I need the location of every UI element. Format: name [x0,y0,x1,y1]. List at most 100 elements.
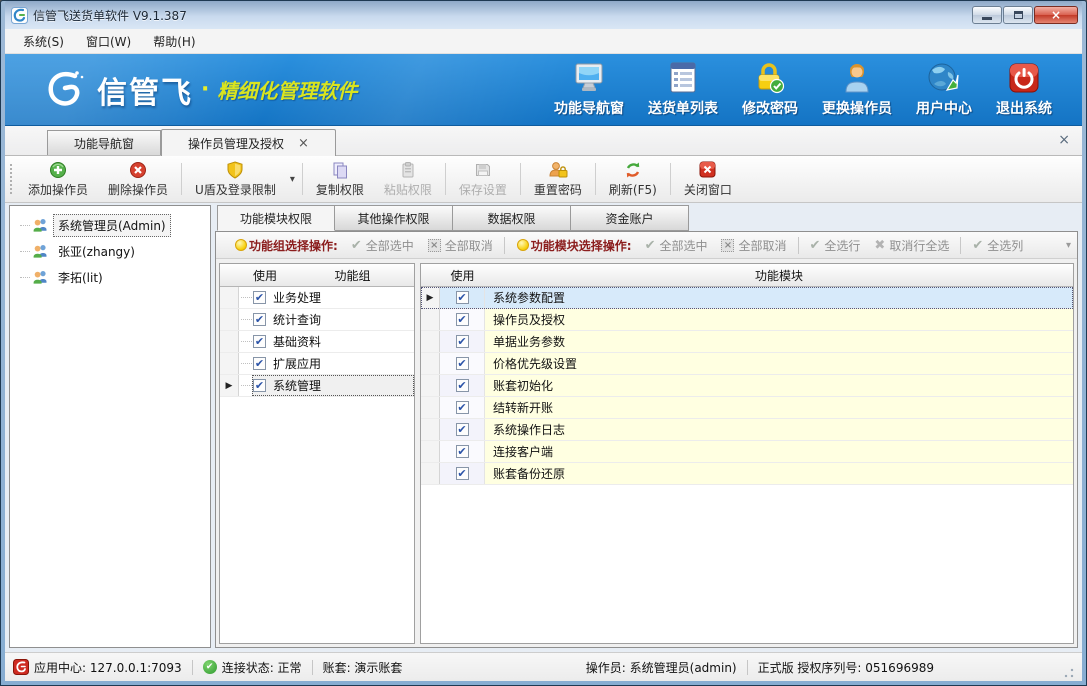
add-operator-button[interactable]: 添加操作员 [18,158,98,200]
status-separator [192,660,193,675]
group-col-use[interactable]: 使用 [239,264,291,286]
tab-nav-window[interactable]: 功能导航窗 [47,130,161,155]
group-grid-row[interactable]: ✔ 业务处理 [220,287,414,309]
operator-tree-item[interactable]: 张亚(zhangy) [10,238,210,264]
module-grid-row[interactable]: ✔ 价格优先级设置 [421,353,1073,375]
check-icon: ✔ [645,238,656,253]
banner-button-change-password[interactable]: 修改密码 [742,61,798,118]
app-window: 信管飞送货单软件 V9.1.387 × 系统(S) 窗口(W) 帮助(H) 信管… [0,0,1087,686]
module-select-all-button[interactable]: ✔全部选中 [645,237,708,254]
module-col-use[interactable]: 使用 [440,264,485,286]
module-grid-row[interactable]: ✔ 连接客户端 [421,441,1073,463]
menu-help[interactable]: 帮助(H) [143,30,205,53]
operator-tree-item[interactable]: 李拓(lit) [10,264,210,290]
tree-connector [241,385,252,386]
module-name: 系统参数配置 [485,287,1073,308]
statusbar: 应用中心: 127.0.0.1:7093 ✔ 连接状态: 正常 账套: 演示账套… [5,652,1082,681]
save-icon [474,160,492,179]
bulb-icon [517,239,529,251]
selection-bar-overflow-icon[interactable]: ▾ [1066,240,1071,251]
close-button[interactable]: × [1034,6,1078,24]
module-grid-row[interactable]: ✔ 账套备份还原 [421,463,1073,485]
banner-button-delivery-list[interactable]: 送货单列表 [648,61,718,118]
checkbox[interactable]: ✔ [253,313,266,326]
module-name: 价格优先级设置 [485,353,1073,374]
banner-buttons: 功能导航窗 送货单列表 [542,61,1064,118]
app-logo-icon [11,7,28,24]
bulb-icon [235,239,247,251]
module-col-name[interactable]: 功能模块 [485,264,1073,286]
save-settings-button: 保存设置 [449,158,517,200]
tab-close-icon[interactable]: × [298,136,309,151]
menu-window[interactable]: 窗口(W) [76,30,141,53]
tab-data-permission[interactable]: 数据权限 [453,205,571,231]
checkbox[interactable]: ✔ [456,445,469,458]
banner-button-exit[interactable]: 退出系统 [996,61,1052,118]
checkbox[interactable]: ✔ [253,291,266,304]
checkbox[interactable]: ✔ [456,291,469,304]
group-grid-row[interactable]: ▶ ✔ 系统管理 [220,375,414,397]
users-icon [32,243,49,259]
monitor-icon [571,61,607,95]
checkbox[interactable]: ✔ [456,401,469,414]
module-cancel-all-button[interactable]: ×全部取消 [721,237,786,254]
banner-button-switch-operator[interactable]: 更换操作员 [822,61,892,118]
checkbox[interactable]: ✔ [456,335,469,348]
banner-button-nav[interactable]: 功能导航窗 [554,61,624,118]
group-col-name[interactable]: 功能组 [291,264,414,286]
uncheck-box-icon: × [428,239,441,252]
group-cancel-all-button[interactable]: ×全部取消 [428,237,493,254]
tabstrip-close-icon[interactable]: × [1058,132,1070,148]
checkbox[interactable]: ✔ [456,357,469,370]
tab-module-permission[interactable]: 功能模块权限 [217,205,335,231]
module-name: 系统操作日志 [485,419,1073,440]
module-grid-row[interactable]: ✔ 操作员及授权 [421,309,1073,331]
maximize-button[interactable] [1003,6,1033,24]
checkbox[interactable]: ✔ [456,467,469,480]
module-grid-row[interactable]: ✔ 账套初始化 [421,375,1073,397]
refresh-icon [624,160,642,179]
copy-permission-button[interactable]: 复制权限 [306,158,374,200]
select-col-button[interactable]: ✔全选列 [972,237,1023,254]
app-center-logo-icon [13,659,29,675]
module-grid-row[interactable]: ✔ 系统操作日志 [421,419,1073,441]
permission-tabs: 功能模块权限 其他操作权限 数据权限 资金账户 [215,205,1078,231]
person-icon [839,61,875,95]
group-grid-row[interactable]: ✔ 扩展应用 [220,353,414,375]
operator-tree: 系统管理员(Admin) 张亚(zhangy) 李拓(lit) [10,212,210,290]
minimize-button[interactable] [972,6,1002,24]
reset-password-button[interactable]: 重置密码 [524,158,592,200]
refresh-button[interactable]: 刷新(F5) [599,158,667,200]
operator-tree-item[interactable]: 系统管理员(Admin) [10,212,210,238]
checkbox[interactable]: ✔ [456,423,469,436]
checkbox[interactable]: ✔ [456,379,469,392]
ushield-dropdown-icon[interactable]: ▾ [286,174,299,185]
checkbox[interactable]: ✔ [253,379,266,392]
close-window-button[interactable]: 关闭窗口 [674,158,742,200]
select-row-button[interactable]: ✔全选行 [810,237,861,254]
toolbar-separator [595,163,596,195]
group-select-all-button[interactable]: ✔全部选中 [351,237,414,254]
menu-system[interactable]: 系统(S) [13,30,74,53]
users-icon [32,217,49,233]
tab-capital-account[interactable]: 资金账户 [571,205,689,231]
status-separator [312,660,313,675]
cancel-row-button[interactable]: ✖取消行全选 [874,237,949,254]
ushield-login-limit-button[interactable]: U盾及登录限制 [185,158,286,200]
checkbox[interactable]: ✔ [253,357,266,370]
module-grid-row[interactable]: ▶ ✔ 系统参数配置 [421,287,1073,309]
checkbox[interactable]: ✔ [456,313,469,326]
delete-operator-button[interactable]: 删除操作员 [98,158,178,200]
tab-operator-management[interactable]: 操作员管理及授权 × [161,129,336,156]
module-grid-row[interactable]: ✔ 单据业务参数 [421,331,1073,353]
tab-other-permission[interactable]: 其他操作权限 [335,205,453,231]
brand-block: 信管飞 · 精细化管理软件 [43,68,357,112]
tree-connector [241,363,252,364]
resize-grip[interactable] [1064,668,1074,678]
checkbox[interactable]: ✔ [253,335,266,348]
module-grid-row[interactable]: ✔ 结转新开账 [421,397,1073,419]
group-grid-row[interactable]: ✔ 基础资料 [220,331,414,353]
banner-button-user-center[interactable]: 用户中心 [916,61,972,118]
group-grid-row[interactable]: ✔ 统计查询 [220,309,414,331]
banner: 信管飞 · 精细化管理软件 功能导航窗 [5,54,1082,126]
